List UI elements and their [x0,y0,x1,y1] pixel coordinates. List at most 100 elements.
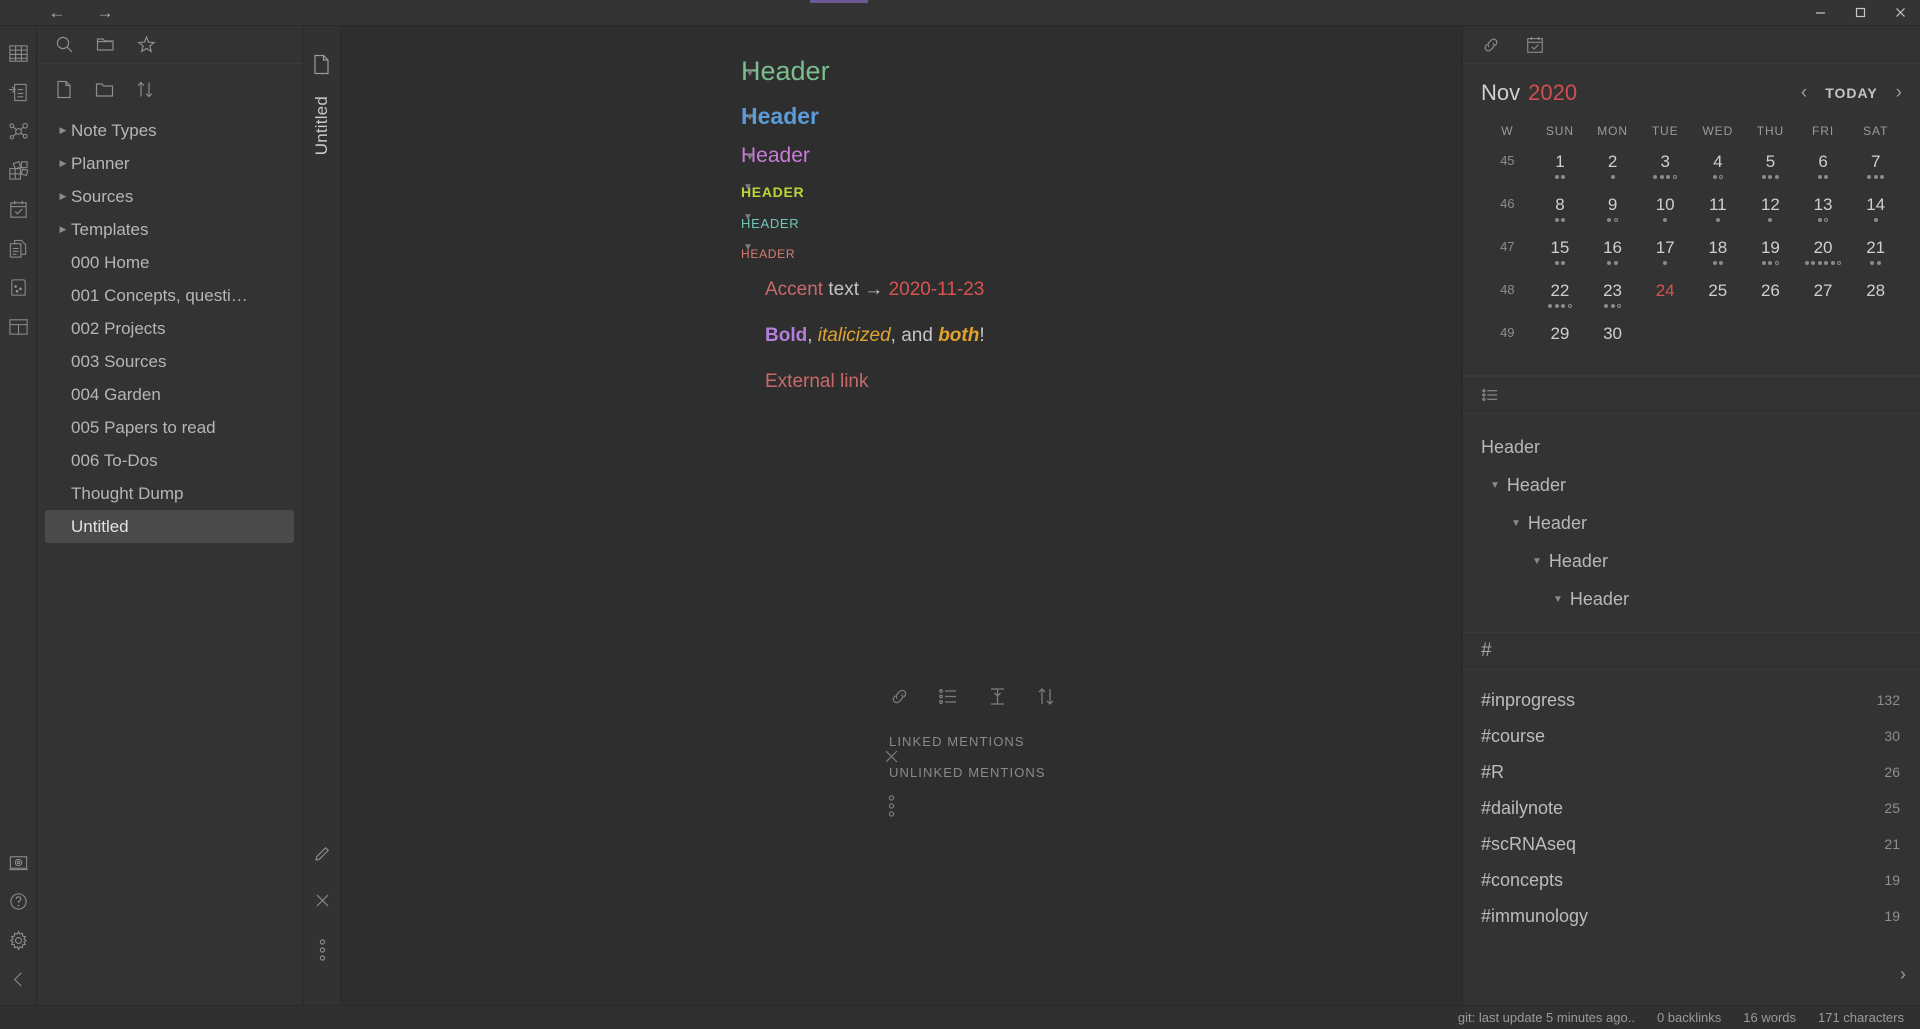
card-icon[interactable] [0,268,37,307]
outline-item[interactable]: Header [1463,428,1920,466]
tag-item[interactable]: #immunology 19 [1463,898,1920,934]
calendar-day-cell[interactable]: 23 [1586,277,1639,320]
calendar-day-number[interactable]: 6 [1797,152,1850,172]
list-item[interactable]: 000 Home [45,246,294,279]
screenshot-icon[interactable] [0,843,37,882]
calendar-day-cell[interactable]: 3 [1639,148,1692,191]
calendar-day-cell[interactable]: 21 [1849,234,1902,277]
list-item[interactable]: 006 To-Dos [45,444,294,477]
outline-import-icon[interactable] [0,73,37,112]
tag-item[interactable]: #dailynote 25 [1463,790,1920,826]
more-vertical-icon[interactable] [318,938,327,967]
calendar-day-number[interactable]: 27 [1797,281,1850,301]
calendar-day-cell[interactable]: 28 [1849,277,1902,320]
calendar-day-cell[interactable]: 10 [1639,191,1692,234]
calendar-day-number[interactable]: 7 [1849,152,1902,172]
chevron-down-icon[interactable]: ▼ [1553,594,1563,605]
tag-item[interactable]: #scRNAseq 21 [1463,826,1920,862]
calendar-day-number[interactable]: 17 [1639,238,1692,258]
calendar-day-cell[interactable]: 26 [1744,277,1797,320]
table-icon[interactable] [0,34,37,73]
calendar-day-number[interactable]: 11 [1692,195,1745,215]
chevron-down-icon[interactable]: ▼ [1511,518,1521,529]
list-item[interactable]: ▶ Templates [45,213,294,246]
kanban-grid-icon[interactable] [0,151,37,190]
editor-area[interactable]: ▼ Header ▼ Header ▼ Header ▼ HEADER ▼ HE… [341,26,1462,1005]
calendar-day-number[interactable]: 4 [1692,152,1745,172]
close-icon[interactable] [1880,0,1920,26]
graph-icon[interactable] [0,112,37,151]
maximize-icon[interactable] [1840,0,1880,26]
chevron-left-icon[interactable]: ‹ [1801,82,1807,104]
calendar-day-number[interactable]: 16 [1586,238,1639,258]
search-icon[interactable] [55,35,74,54]
calendar-day-number[interactable]: 25 [1692,281,1745,301]
star-icon[interactable] [137,35,156,54]
calendar-day-cell[interactable]: 24 [1639,277,1692,320]
calendar-day-cell[interactable]: 8 [1534,191,1587,234]
calendar-day-number[interactable]: 22 [1534,281,1587,301]
tags-more-chevron-icon[interactable]: › [1900,964,1906,985]
calendar-check-icon[interactable] [1525,35,1545,55]
fold-caret-icon[interactable]: ▼ [743,242,753,253]
chevron-down-icon[interactable]: ▼ [1490,480,1500,491]
calendar-day-number[interactable]: 28 [1849,281,1902,301]
calendar-day-cell[interactable]: 2 [1586,148,1639,191]
calendar-day-number[interactable]: 14 [1849,195,1902,215]
list-item[interactable]: 004 Garden [45,378,294,411]
layout-icon[interactable] [0,307,37,346]
calendar-day-number[interactable]: 13 [1797,195,1850,215]
tag-item[interactable]: #course 30 [1463,718,1920,754]
new-folder-icon[interactable] [95,80,114,99]
chevron-right-icon[interactable]: › [1896,82,1902,104]
calendar-day-number[interactable]: 1 [1534,152,1587,172]
calendar-day-cell[interactable]: 27 [1797,277,1850,320]
calendar-day-cell[interactable]: 5 [1744,148,1797,191]
list-item[interactable]: ▶ Planner [45,147,294,180]
fold-caret-icon[interactable]: ▼ [743,182,753,193]
calendar-day-number[interactable]: 21 [1849,238,1902,258]
more-vertical-icon[interactable] [887,794,896,823]
list-item[interactable]: 005 Papers to read [45,411,294,444]
forward-button[interactable]: → [92,3,118,23]
calendar-day-cell[interactable]: 12 [1744,191,1797,234]
calendar-check-icon[interactable] [0,190,37,229]
calendar-day-cell[interactable]: 25 [1692,277,1745,320]
documents-icon[interactable] [0,229,37,268]
calendar-day-cell[interactable]: 17 [1639,234,1692,277]
list-item[interactable]: ▶ Note Types [45,114,294,147]
pencil-icon[interactable] [313,844,332,868]
list-icon[interactable] [938,686,959,712]
calendar-day-number[interactable]: 8 [1534,195,1587,215]
list-item[interactable]: 001 Concepts, questi… [45,279,294,312]
calendar-day-number[interactable]: 3 [1639,152,1692,172]
calendar-day-cell[interactable]: 30 [1586,320,1639,363]
calendar-day-cell[interactable]: 9 [1586,191,1639,234]
close-icon[interactable] [314,892,331,914]
link-icon[interactable] [889,686,910,712]
external-link[interactable]: External link [765,371,869,392]
calendar-day-number[interactable]: 30 [1586,324,1639,344]
settings-gear-icon[interactable] [0,921,37,960]
calendar-day-number[interactable]: 19 [1744,238,1797,258]
minimize-icon[interactable] [1800,0,1840,26]
calendar-day-number[interactable]: 12 [1744,195,1797,215]
list-item[interactable]: 002 Projects [45,312,294,345]
hash-icon[interactable]: # [1481,640,1492,662]
list-item-untitled[interactable]: Untitled [45,510,294,543]
calendar-day-number[interactable]: 5 [1744,152,1797,172]
chevron-down-icon[interactable]: ▼ [1532,556,1542,567]
sort-icon[interactable] [1036,686,1056,712]
tab-untitled[interactable]: Untitled [312,96,332,155]
calendar-day-cell[interactable]: 14 [1849,191,1902,234]
outline-item[interactable]: ▼ Header [1463,580,1920,618]
linked-mentions-label[interactable]: LINKED MENTIONS [889,734,1056,749]
calendar-day-cell[interactable]: 16 [1586,234,1639,277]
date-link[interactable]: 2020-11-23 [889,279,985,300]
fold-caret-icon[interactable]: ▼ [745,68,755,79]
tag-item[interactable]: #concepts 19 [1463,862,1920,898]
calendar-day-number[interactable]: 26 [1744,281,1797,301]
calendar-day-number[interactable]: 9 [1586,195,1639,215]
sort-icon[interactable] [136,80,154,99]
back-button[interactable]: ← [44,3,70,23]
